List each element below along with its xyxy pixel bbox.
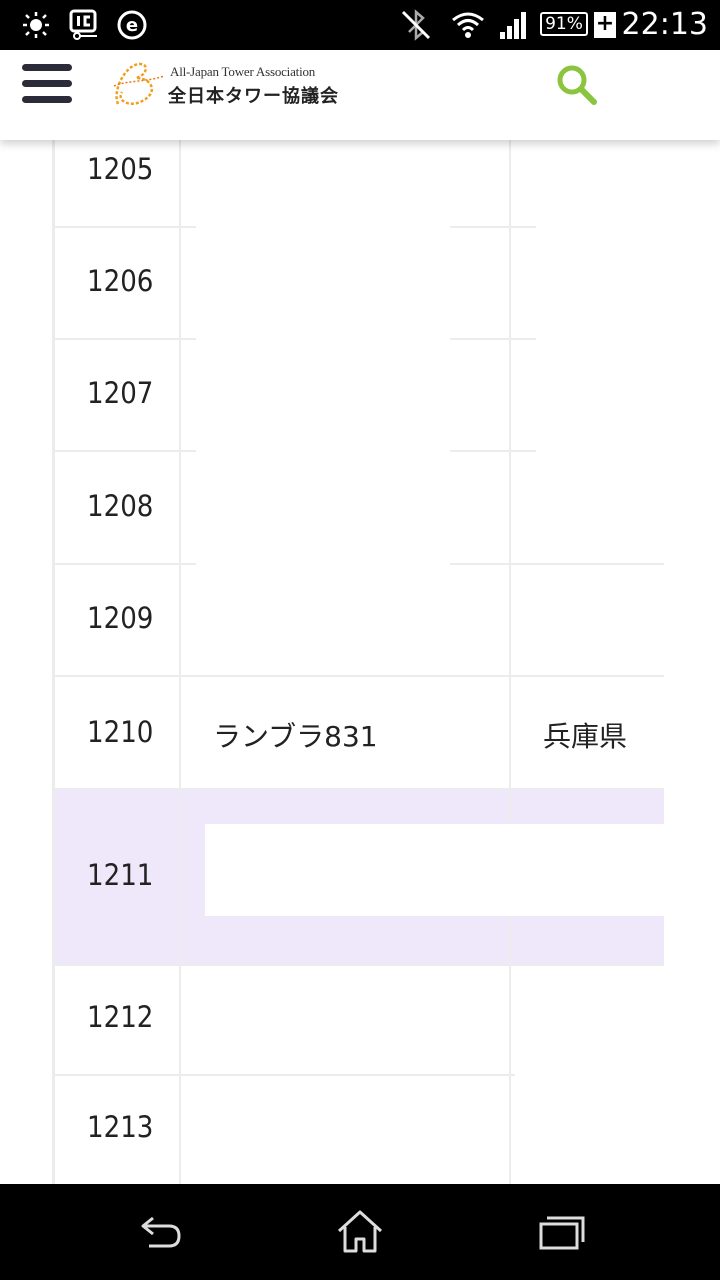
bluetooth-off-icon (398, 0, 434, 50)
row-number: 1210 (87, 715, 154, 749)
brightness-icon (20, 0, 52, 50)
tower-name-cell (181, 1076, 511, 1184)
back-icon (141, 1216, 181, 1248)
prefecture-cell: 兵庫県 (511, 677, 664, 788)
logo-english-text: All-Japan Tower Association (170, 64, 316, 79)
prefecture-cell (511, 565, 664, 675)
e-app-icon: e (116, 0, 148, 50)
home-icon (337, 1210, 383, 1253)
row-number-cell: 1208 (55, 452, 181, 563)
wifi-icon (450, 0, 486, 50)
table-row[interactable]: 1210 ランブラ831 兵庫県 (55, 677, 664, 790)
search-icon (557, 65, 597, 105)
redacted-area (196, 200, 450, 618)
row-number: 1208 (87, 489, 154, 523)
clock: 22:13 (621, 7, 708, 42)
row-number-cell: 1210 (55, 677, 181, 788)
row-number-cell: 1209 (55, 565, 181, 675)
row-number-cell: 1207 (55, 340, 181, 450)
hamburger-menu-button[interactable] (20, 60, 76, 116)
row-number: 1213 (87, 1110, 154, 1144)
recent-apps-icon (539, 1216, 585, 1250)
row-number-cell: 1211 (55, 790, 181, 964)
recent-apps-button[interactable] (530, 1206, 590, 1258)
menu-icon-bar (22, 80, 72, 87)
tower-name-cell (181, 966, 511, 1074)
logo-mark-icon (113, 62, 165, 105)
row-number-cell: 1212 (55, 966, 181, 1074)
row-number: 1206 (87, 264, 154, 298)
tower-list-table: 1205 1206 1207 1208 1209 1210 ランブラ831 兵庫… (0, 140, 720, 1184)
row-number-cell: 1213 (55, 1076, 181, 1184)
menu-icon-bar (22, 96, 72, 103)
redacted-area (205, 824, 664, 916)
prefecture: 兵庫県 (543, 720, 628, 753)
tower-name-cell: ランブラ831 (181, 677, 511, 788)
tower-name: ランブラ831 (213, 720, 378, 753)
table-row-selected[interactable]: 1211 (55, 790, 664, 964)
row-number: 1205 (87, 152, 154, 186)
app-header: All-Japan Tower Association 全日本タワー協議会 (0, 50, 720, 140)
row-number-cell: 1205 (55, 140, 181, 226)
row-number-cell: 1206 (55, 228, 181, 338)
charging-icon: + (594, 11, 616, 38)
system-navigation-bar (0, 1184, 720, 1280)
search-button[interactable] (552, 60, 604, 112)
menu-icon-bar (22, 64, 72, 71)
status-bar: e 91% + 22:13 (0, 0, 720, 50)
home-button[interactable] (330, 1206, 390, 1258)
row-number: 1212 (87, 1000, 154, 1034)
svg-text:e: e (126, 15, 138, 36)
back-button[interactable] (130, 1206, 190, 1258)
ic-card-icon (68, 0, 100, 50)
row-number: 1209 (87, 601, 154, 635)
page-margin (664, 140, 720, 1184)
signal-icon (496, 0, 530, 50)
row-number: 1207 (87, 376, 154, 410)
site-logo[interactable]: All-Japan Tower Association 全日本タワー協議会 (108, 56, 338, 116)
battery-icon: 91% (540, 12, 588, 36)
row-number: 1211 (87, 858, 154, 892)
redacted-area (515, 986, 664, 1116)
logo-japanese-text: 全日本タワー協議会 (168, 86, 339, 107)
